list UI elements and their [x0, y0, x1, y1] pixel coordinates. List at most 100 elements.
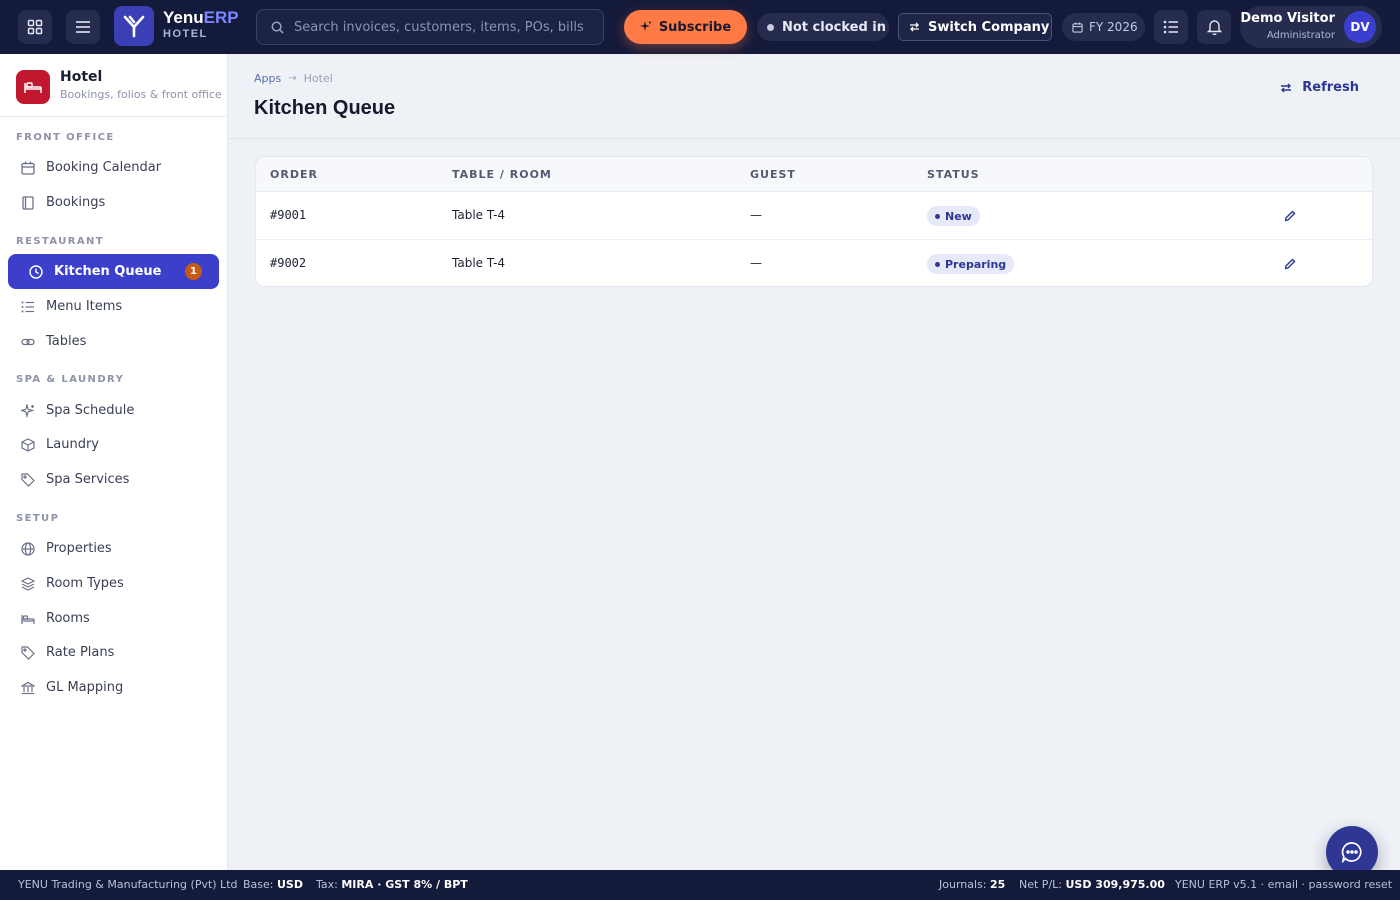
sidebar-item-spa-schedule[interactable]: Spa Schedule — [8, 393, 219, 428]
hamburger-icon — [76, 21, 90, 33]
sidebar-item-label: GL Mapping — [46, 680, 124, 695]
sidebar-item-properties[interactable]: Properties — [8, 531, 219, 566]
list-icon — [21, 301, 34, 312]
sidebar-item-rate-plans[interactable]: Rate Plans — [8, 635, 219, 670]
status-dot — [767, 23, 774, 31]
arrow-right-icon: → — [288, 73, 297, 84]
sidebar-item-laundry[interactable]: Laundry — [8, 427, 219, 462]
fiscal-year-selector[interactable]: FY 2026 — [1062, 13, 1145, 41]
app-header: Hotel Bookings, folios & front office — [0, 54, 227, 117]
sidebar-item-label: Kitchen Queue — [54, 264, 162, 279]
sidebar-item-label: Properties — [46, 541, 112, 556]
user-menu[interactable]: Demo Visitor Administrator DV — [1240, 6, 1382, 48]
sidebar-item-rooms[interactable]: Rooms — [8, 601, 219, 636]
footer-base-label: Base: — [243, 878, 274, 891]
search-input[interactable] — [294, 19, 584, 35]
sidebar-item-spa-services[interactable]: Spa Services — [8, 462, 219, 497]
edit-button[interactable] — [1282, 208, 1298, 224]
sidebar-item-label: Room Types — [46, 576, 124, 591]
refresh-button[interactable]: Refresh — [1280, 80, 1359, 95]
kitchen-queue-table: ORDER TABLE / ROOM GUEST STATUS #9001 Ta… — [255, 156, 1373, 287]
sidebar-item-label: Spa Schedule — [46, 403, 135, 418]
sidebar-item-label: Rooms — [46, 611, 90, 626]
footer-tax-value: MIRA · GST 8% / BPT — [341, 878, 468, 891]
bed-icon — [21, 614, 35, 624]
footer-tax: Tax: MIRA · GST 8% / BPT — [316, 878, 468, 891]
footer-net-pl: Net P/L: USD 309,975.00 — [1019, 878, 1165, 891]
brand-main-text: Yenu — [163, 8, 204, 27]
swap-icon — [1281, 83, 1292, 92]
sidebar-item-menu-items[interactable]: Menu Items — [8, 289, 219, 324]
menu-toggle-button[interactable] — [66, 10, 100, 44]
brand-accent-text: ERP — [203, 8, 239, 27]
box-icon — [21, 437, 35, 452]
clock-status-pill[interactable]: Not clocked in — [757, 13, 889, 41]
brand-logo[interactable] — [114, 6, 154, 46]
sidebar-item-bookings[interactable]: Bookings — [8, 185, 219, 220]
tag-icon — [21, 472, 35, 487]
refresh-label: Refresh — [1302, 80, 1359, 95]
sparkle-icon — [21, 403, 35, 418]
column-header-status[interactable]: STATUS — [927, 168, 980, 181]
section-spa-laundry: SPA & LAUNDRY — [16, 374, 125, 385]
fiscal-year-label: FY 2026 — [1089, 20, 1138, 34]
global-search[interactable] — [256, 9, 604, 45]
table-row[interactable]: #9001 Table T-4 — New — [256, 192, 1372, 240]
sidebar-item-kitchen-queue[interactable]: Kitchen Queue 1 — [8, 254, 219, 289]
breadcrumb-apps[interactable]: Apps — [254, 72, 281, 85]
page-title: Kitchen Queue — [254, 97, 396, 119]
column-header-table-room[interactable]: TABLE / ROOM — [452, 168, 552, 181]
sidebar-item-label: Menu Items — [46, 299, 123, 314]
sidebar-item-label: Rate Plans — [46, 645, 115, 660]
footer-journals: Journals: 25 — [939, 878, 1005, 891]
sidebar-item-label: Spa Services — [46, 472, 130, 487]
footer-netpl-label: Net P/L: — [1019, 878, 1062, 891]
status-footer: YENU Trading & Manufacturing (Pvt) Ltd B… — [0, 870, 1400, 900]
sidebar-item-label: Tables — [46, 334, 87, 349]
user-role: Administrator — [1266, 30, 1335, 41]
sidebar-item-room-types[interactable]: Room Types — [8, 566, 219, 601]
subscribe-button[interactable]: Subscribe — [624, 10, 747, 44]
globe-icon — [21, 541, 35, 556]
switch-company-button[interactable]: Switch Company — [898, 13, 1052, 41]
footer-journals-value: 25 — [989, 878, 1006, 891]
status-dot — [935, 261, 940, 267]
brand-subtitle: HOTEL — [163, 28, 208, 40]
sidebar-item-gl-mapping[interactable]: GL Mapping — [8, 670, 219, 705]
footer-company: YENU Trading & Manufacturing (Pvt) Ltd — [18, 878, 238, 891]
tag-icon — [21, 645, 35, 660]
bell-icon — [1206, 20, 1222, 35]
bank-icon — [21, 681, 35, 694]
edit-button[interactable] — [1282, 256, 1298, 272]
app-title: Hotel — [60, 69, 103, 85]
section-setup: SETUP — [16, 513, 60, 524]
link-icon — [21, 338, 35, 345]
user-name: Demo Visitor — [1240, 11, 1335, 26]
chat-bubble-icon — [1341, 842, 1362, 863]
app-subtitle: Bookings, folios & front office — [60, 88, 222, 101]
footer-base-currency: Base: USD — [243, 878, 303, 891]
tasks-list-button[interactable] — [1154, 10, 1188, 44]
page-header: Apps → Hotel Kitchen Queue Refresh — [229, 54, 1400, 139]
pencil-icon — [1284, 258, 1296, 270]
breadcrumb: Apps → Hotel — [254, 72, 333, 85]
notifications-button[interactable] — [1197, 10, 1231, 44]
status-dot — [935, 213, 940, 219]
order-number: #9001 — [270, 208, 307, 222]
footer-journals-label: Journals: — [939, 878, 987, 891]
calendar-icon — [1072, 21, 1083, 33]
status-badge: New — [927, 206, 980, 226]
column-header-guest[interactable]: GUEST — [750, 168, 796, 181]
clock-status-text: Not clocked in — [782, 19, 887, 35]
column-header-order[interactable]: ORDER — [270, 168, 318, 181]
sidebar-item-booking-calendar[interactable]: Booking Calendar — [8, 150, 219, 185]
breadcrumb-hotel[interactable]: Hotel — [304, 72, 333, 85]
status-text: New — [945, 209, 972, 223]
apps-grid-button[interactable] — [18, 10, 52, 44]
table-row[interactable]: #9002 Table T-4 — Preparing — [256, 240, 1372, 286]
bed-icon — [24, 82, 42, 93]
footer-tax-label: Tax: — [316, 878, 338, 891]
calendar-icon — [21, 161, 35, 175]
swap-icon — [910, 22, 919, 32]
sidebar-item-tables[interactable]: Tables — [8, 324, 219, 359]
